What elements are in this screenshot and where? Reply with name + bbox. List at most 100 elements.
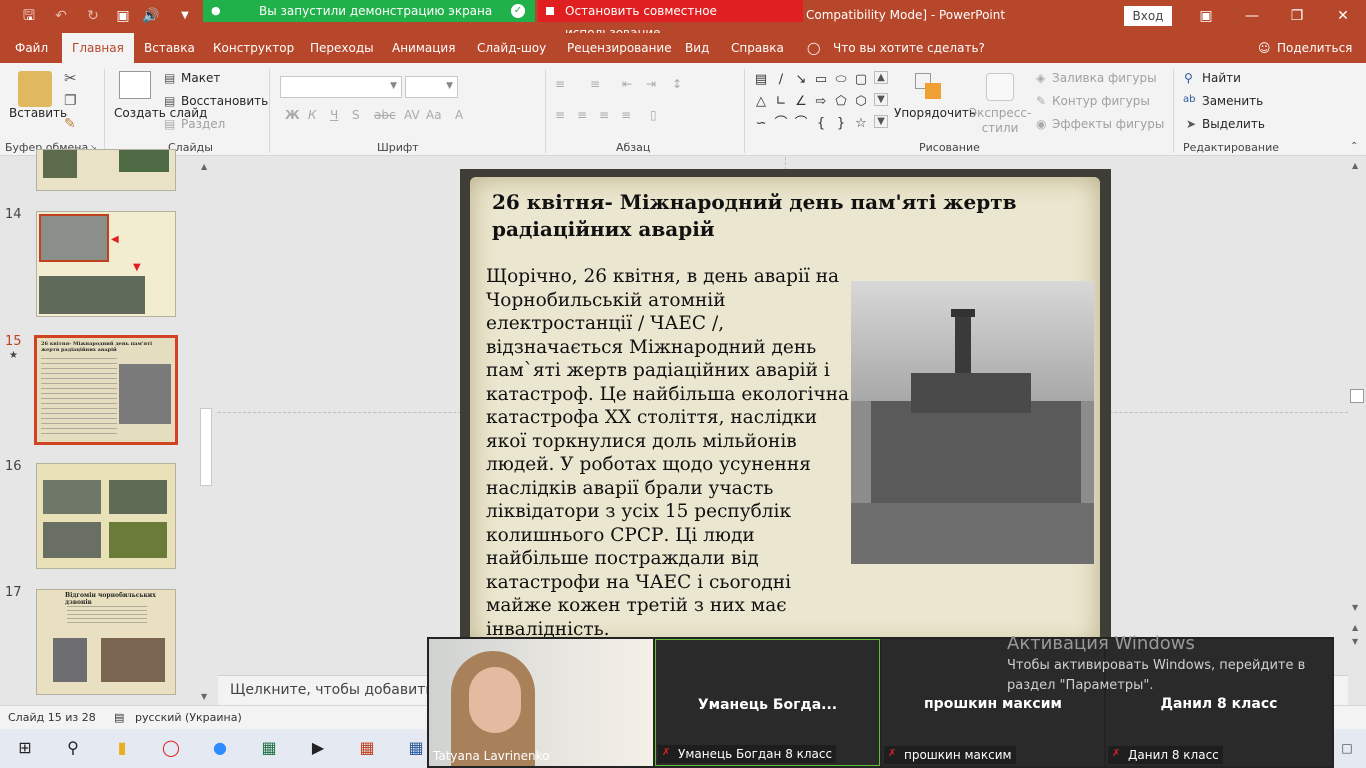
right-arrow-shape-icon[interactable]: ⇨ — [812, 93, 830, 111]
tell-me-search[interactable]: Что вы хотите сделать? — [833, 33, 985, 63]
pin-icon[interactable]: ● — [211, 4, 225, 18]
align-center-icon[interactable]: ≡ — [577, 108, 587, 122]
collapse-ribbon-icon[interactable]: ⌃ — [1350, 141, 1358, 152]
justify-icon[interactable]: ≡ — [621, 108, 631, 122]
tab-file[interactable]: Файл — [15, 33, 48, 63]
arc-shape-icon[interactable]: ⌒ — [792, 115, 810, 133]
strikethrough-icon[interactable]: abc — [374, 108, 396, 122]
underline-icon[interactable]: Ч — [330, 108, 338, 122]
tab-home[interactable]: Главная — [62, 33, 134, 63]
save-icon[interactable]: 🖫 — [18, 6, 40, 26]
slide-title[interactable]: 26 квітня- Міжнародний день пам'яті жерт… — [492, 189, 1052, 243]
sign-in-button[interactable]: Вход — [1124, 6, 1172, 26]
language-indicator[interactable]: русский (Украина) — [135, 711, 242, 724]
stop-share-button[interactable]: Остановить совместное использование — [538, 0, 803, 40]
scroll-up-icon[interactable]: ▲ — [1352, 161, 1358, 170]
slideshow-start-icon[interactable]: ▣ — [112, 6, 134, 26]
brace-right-shape-icon[interactable]: } — [832, 115, 850, 133]
next-slide-icon[interactable]: ▼ — [1352, 637, 1358, 646]
search-icon[interactable]: ⚲ — [58, 733, 88, 763]
italic-icon[interactable]: К — [308, 108, 317, 122]
paste-button[interactable]: Вставить — [9, 106, 67, 120]
video-tile[interactable]: Уманець Богда... ✗ Уманець Богдан 8 класс — [655, 639, 880, 766]
align-right-icon[interactable]: ≡ — [599, 108, 609, 122]
slide-thumbnail-selected[interactable]: 26 квітня- Міжнародний день пам'яті жерт… — [34, 335, 178, 445]
restore-icon[interactable]: ❐ — [1287, 6, 1307, 26]
change-case-icon[interactable]: Aa — [426, 108, 442, 122]
scroll-up-icon[interactable]: ▲ — [201, 162, 207, 171]
arrange-button[interactable]: Упорядочить — [894, 106, 976, 120]
previous-slide-icon[interactable]: ▲ — [1352, 623, 1358, 632]
undo-icon[interactable]: ↶ — [50, 6, 72, 26]
chernobyl-photo[interactable] — [851, 281, 1094, 564]
customize-toolbar-icon[interactable]: ▼ — [174, 6, 196, 26]
video-tile-self[interactable]: Tatyana Lavrinenko — [429, 639, 653, 766]
pentagon-shape-icon[interactable]: ⬠ — [832, 93, 850, 111]
tab-animations[interactable]: Анимация — [392, 33, 455, 63]
reset-button[interactable]: Восстановить — [181, 94, 268, 108]
increase-indent-icon[interactable]: ⇥ — [646, 77, 656, 91]
file-explorer-icon[interactable]: ▮ — [107, 733, 137, 763]
slide-body-text[interactable]: Щорічно, 26 квітня, в день аварії на Чор… — [486, 265, 856, 641]
shape-effects-button[interactable]: Эффекты фигуры — [1052, 117, 1164, 131]
paste-icon[interactable] — [18, 71, 52, 107]
tab-review[interactable]: Рецензирование — [567, 33, 672, 63]
thumbnail-scrollbar[interactable]: ▲ ▼ — [199, 160, 213, 705]
quick-styles-icon[interactable] — [986, 73, 1014, 101]
tab-insert[interactable]: Вставка — [144, 33, 195, 63]
brace-left-shape-icon[interactable]: { — [812, 115, 830, 133]
star-shape-icon[interactable]: ☆ — [852, 115, 870, 133]
textbox-shape-icon[interactable]: ▤ — [752, 71, 770, 89]
ribbon-display-icon[interactable]: ▣ — [1196, 6, 1216, 26]
minimize-icon[interactable]: — — [1242, 6, 1262, 26]
tab-slideshow[interactable]: Слайд-шоу — [477, 33, 546, 63]
notifications-icon[interactable]: □ — [1332, 733, 1362, 763]
layout-button[interactable]: Макет — [181, 71, 220, 85]
triangle-shape-icon[interactable]: △ — [752, 93, 770, 111]
shadow-icon[interactable]: S — [352, 108, 360, 122]
opera-icon[interactable]: ◯ — [156, 733, 186, 763]
speaker-icon[interactable]: 🔊 — [140, 6, 162, 26]
format-painter-icon[interactable]: ✎ — [64, 116, 76, 132]
scroll-down-icon[interactable]: ▼ — [201, 692, 207, 701]
scroll-thumb[interactable] — [200, 408, 212, 486]
char-spacing-icon[interactable]: AV — [404, 108, 420, 122]
find-button[interactable]: Найти — [1202, 71, 1241, 85]
replace-button[interactable]: Заменить — [1202, 94, 1263, 108]
elbow-shape-icon[interactable]: ∠ — [792, 93, 810, 111]
share-button[interactable]: Поделиться — [1277, 33, 1352, 63]
tab-help[interactable]: Справка — [731, 33, 784, 63]
bullets-icon[interactable]: ≡ — [555, 77, 565, 91]
columns-icon[interactable]: ▯ — [650, 108, 657, 122]
freeform-shape-icon[interactable]: ∽ — [752, 115, 770, 133]
hexagon-shape-icon[interactable]: ⬡ — [852, 93, 870, 111]
section-button[interactable]: Раздел — [181, 117, 225, 131]
decrease-indent-icon[interactable]: ⇤ — [622, 77, 632, 91]
slide-thumbnail[interactable]: ◀ ▼ — [36, 211, 176, 317]
font-name-combo[interactable]: ▼ — [280, 76, 402, 98]
close-icon[interactable]: ✕ — [1333, 6, 1353, 26]
font-size-combo[interactable]: ▼ — [405, 76, 458, 98]
copy-icon[interactable]: ❐ — [64, 93, 77, 109]
font-color-icon[interactable]: A — [455, 108, 463, 122]
bold-icon[interactable]: Ж — [285, 108, 300, 122]
gallery-down-icon[interactable]: ▼ — [874, 93, 888, 106]
numbering-icon[interactable]: ≡ — [590, 77, 600, 91]
spellcheck-icon[interactable]: ▤ — [114, 711, 124, 724]
select-button[interactable]: Выделить — [1202, 117, 1265, 131]
new-slide-icon[interactable] — [119, 71, 151, 99]
gallery-more-icon[interactable]: ▼ — [874, 115, 888, 128]
slide-thumbnail[interactable] — [36, 149, 176, 191]
oval-shape-icon[interactable]: ⬭ — [832, 71, 850, 89]
excel-icon[interactable]: ▦ — [254, 733, 284, 763]
tab-transitions[interactable]: Переходы — [310, 33, 374, 63]
tab-view[interactable]: Вид — [685, 33, 709, 63]
curve-shape-icon[interactable]: ⌒ — [772, 115, 790, 133]
media-player-icon[interactable]: ▶ — [303, 733, 333, 763]
tab-design[interactable]: Конструктор — [213, 33, 294, 63]
slide-scrollbar[interactable]: ▲ ▼ ▲ ▼ — [1348, 157, 1366, 705]
line-shape-icon[interactable]: ∕ — [772, 71, 790, 89]
slide-thumbnail[interactable]: Відгомін чорнобильських дзвонів — [36, 589, 176, 695]
zoom-app-icon[interactable]: ● — [205, 733, 235, 763]
quick-styles-button[interactable]: Экспресс-стили — [968, 106, 1032, 136]
